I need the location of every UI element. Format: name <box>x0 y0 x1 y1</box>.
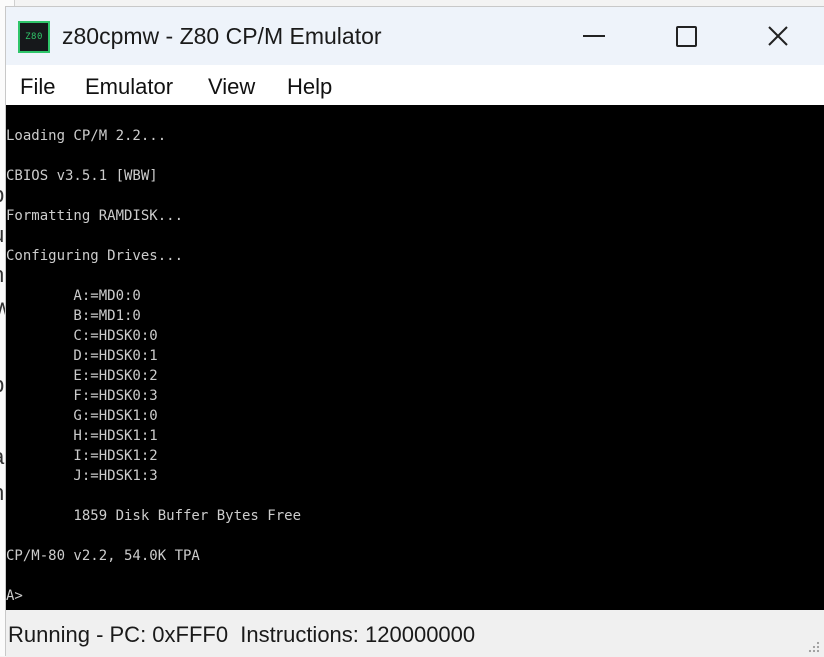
window-title: z80cpmw - Z80 CP/M Emulator <box>62 23 382 49</box>
terminal-line: I:=HDSK1:2 <box>6 448 158 464</box>
background-text-fragment: n <box>0 262 4 288</box>
terminal-line: F:=HDSK0:3 <box>6 388 158 404</box>
resize-grip-icon[interactable] <box>806 639 820 653</box>
maximize-button[interactable] <box>640 7 732 65</box>
terminal-line: CBIOS v3.5.1 [WBW] <box>6 168 158 184</box>
terminal-prompt: A> <box>6 588 23 604</box>
terminal-line: Formatting RAMDISK... <box>6 208 184 224</box>
menu-file[interactable]: File <box>20 74 55 100</box>
terminal-screen[interactable]: Loading CP/M 2.2... CBIOS v3.5.1 [WBW] F… <box>6 105 824 610</box>
minimize-button[interactable] <box>548 7 640 65</box>
background-text-fragment: p <box>0 182 4 208</box>
terminal-line: Configuring Drives... <box>6 248 184 264</box>
background-text-fragment: n <box>0 480 4 506</box>
background-text-fragment: u <box>0 222 4 248</box>
minimize-icon <box>583 35 605 37</box>
maximize-icon <box>675 25 697 47</box>
terminal-line: E:=HDSK0:2 <box>6 368 158 384</box>
menu-emulator[interactable]: Emulator <box>85 74 173 100</box>
status-text: Running - PC: 0xFFF0 Instructions: 12000… <box>8 622 476 647</box>
terminal-line: Loading CP/M 2.2... <box>6 128 167 144</box>
terminal-line: A:=MD0:0 <box>6 288 141 304</box>
emulator-window: Z80 z80cpmw - Z80 CP/M Emulator File Emu… <box>5 6 824 657</box>
status-bar: Running - PC: 0xFFF0 Instructions: 12000… <box>6 610 824 657</box>
menu-view[interactable]: View <box>208 74 255 100</box>
background-text-fragment: p <box>0 372 4 398</box>
terminal-line: J:=HDSK1:3 <box>6 468 158 484</box>
terminal-line: H:=HDSK1:1 <box>6 428 158 444</box>
title-bar[interactable]: Z80 z80cpmw - Z80 CP/M Emulator <box>6 7 824 65</box>
terminal-line: D:=HDSK0:1 <box>6 348 158 364</box>
terminal-line: B:=MD1:0 <box>6 308 141 324</box>
close-button[interactable] <box>732 7 824 65</box>
menu-help[interactable]: Help <box>287 74 332 100</box>
background-text-fragment: a <box>0 444 4 470</box>
terminal-line: G:=HDSK1:0 <box>6 408 158 424</box>
close-icon <box>768 26 788 46</box>
menu-bar: File Emulator View Help <box>6 65 824 105</box>
terminal-line: 1859 Disk Buffer Bytes Free <box>6 508 302 524</box>
terminal-line: CP/M-80 v2.2, 54.0K TPA <box>6 548 200 564</box>
app-icon[interactable]: Z80 <box>18 21 50 53</box>
terminal-line: C:=HDSK0:0 <box>6 328 158 344</box>
